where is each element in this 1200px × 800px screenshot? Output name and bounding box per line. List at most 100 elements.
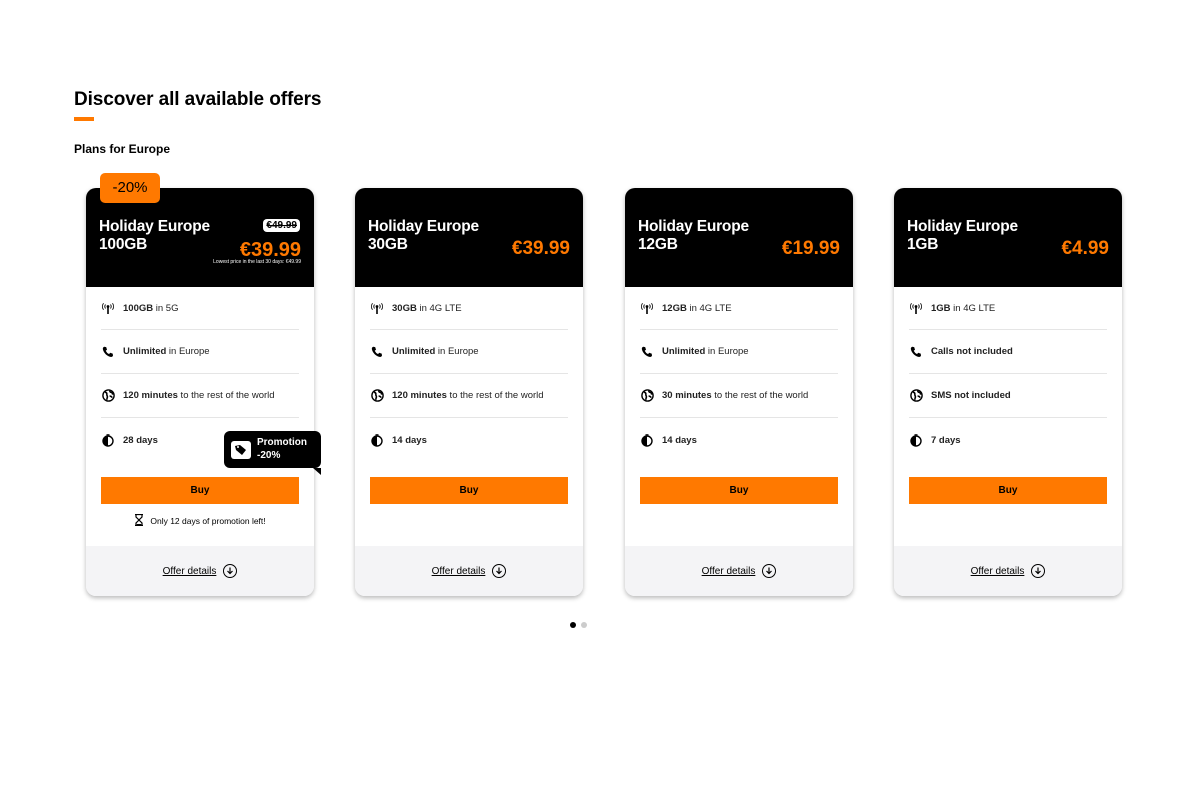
phone-icon [101,345,115,359]
feature-text: 7 days [931,435,961,446]
feature-detail: to the rest of the world [711,390,809,401]
feature-highlight: Unlimited [392,346,436,357]
signal-icon [909,301,923,315]
feature-item: 120 minutes to the rest of the world [370,374,568,418]
tag-icon [231,441,251,459]
signal-icon [101,301,115,315]
feature-highlight: 14 days [392,434,427,446]
plan-name-line2: 100GB [99,236,148,253]
buy-button[interactable]: Buy [101,477,299,504]
feature-text: SMS not included [931,390,1011,401]
arrow-down-circle-icon[interactable] [1031,564,1046,578]
plan-price: €4.99 [1061,238,1109,259]
globe-icon-glyph [101,389,115,402]
clock-icon-glyph [371,433,383,447]
clock-icon-glyph [910,433,922,447]
feature-list: 12GB in 4G LTE Unlimited in Europe 30 minu… [640,287,838,462]
phone-icon [370,345,384,359]
arrow-down-circle-icon[interactable] [223,564,238,578]
phone-icon-glyph [910,346,921,357]
plan-name: Holiday Europe 100GB [99,218,210,254]
plan-name-line1: Holiday Europe [99,218,210,235]
feature-highlight: 12GB [662,302,687,314]
promotion-tooltip-title: Promotion [257,437,307,448]
globe-icon-glyph [370,389,384,402]
feature-detail: in Europe [166,346,210,357]
feature-item: 14 days [370,418,568,462]
feature-text: 12GB in 4G LTE [662,303,732,314]
offer-details-link[interactable]: Offer details [971,566,1025,577]
feature-item: 12GB in 4G LTE [640,287,838,330]
feature-detail: to the rest of the world [177,390,275,401]
feature-highlight: 30GB [392,302,417,314]
phone-icon [640,345,654,359]
feature-text: 120 minutes to the rest of the world [123,390,275,401]
feature-item: 120 minutes to the rest of the world [101,374,299,418]
discount-badge: -20% [100,173,160,203]
feature-item: 30 minutes to the rest of the world [640,374,838,418]
carousel-pagination [570,622,587,628]
feature-highlight: 30 minutes [662,390,712,401]
plan-name-line1: Holiday Europe [638,218,749,235]
phone-icon [909,345,923,359]
feature-detail: in Europe [705,346,749,357]
offer-details-link[interactable]: Offer details [163,566,217,577]
feature-highlight: 28 days [123,434,158,446]
signal-icon [370,301,384,315]
feature-highlight: Calls not included [931,346,1013,357]
feature-highlight: 14 days [662,434,697,446]
card-footer: Offer details [894,546,1122,596]
feature-text: 30GB in 4G LTE [392,303,462,314]
phone-icon-glyph [102,346,113,357]
card-header: Holiday Europe 30GB €39.99 [355,188,583,287]
feature-list: 30GB in 4G LTE Unlimited in Europe 120 min… [370,287,568,462]
plan-name: Holiday Europe 30GB [368,218,479,254]
feature-text: Unlimited in Europe [662,346,749,357]
card-footer: Offer details [355,546,583,596]
phone-icon-glyph [641,346,652,357]
plan-name-line2: 12GB [638,236,678,253]
promotion-remaining: Only 12 days of promotion left! [86,513,314,528]
pagination-dot-2[interactable] [581,622,587,628]
globe-icon [909,389,923,403]
arrow-down-circle-icon[interactable] [762,564,777,578]
buy-button[interactable]: Buy [640,477,838,504]
buy-button[interactable]: Buy [909,477,1107,504]
feature-detail: to the rest of the world [446,390,544,401]
arrow-down-circle-icon[interactable] [492,564,507,578]
clock-icon-glyph [641,433,653,447]
feature-list: 1GB in 4G LTE Calls not included SMS not i… [909,287,1107,462]
globe-icon [101,389,115,403]
feature-highlight: 120 minutes [123,390,178,401]
feature-detail: in 4G LTE [416,302,462,314]
tooltip-tail [313,468,321,475]
globe-icon [640,389,654,403]
offer-details-link[interactable]: Offer details [432,566,486,577]
signal-icon-glyph [102,302,114,314]
feature-detail: in 5G [153,302,179,314]
plan-card: Holiday Europe 100GB €49.99 €39.99 Lowes… [86,188,314,596]
feature-text: 28 days [123,435,158,446]
feature-item: Unlimited in Europe [101,330,299,374]
phone-icon-glyph [371,346,382,357]
feature-text: Unlimited in Europe [123,346,210,357]
feature-detail: in Europe [435,346,479,357]
clock-icon [909,433,923,447]
plan-name: Holiday Europe 1GB [907,218,1018,254]
feature-text: 30 minutes to the rest of the world [662,390,808,401]
old-price: €49.99 [263,219,300,232]
pagination-dot-1[interactable] [570,622,576,628]
card-header: Holiday Europe 12GB €19.99 [625,188,853,287]
buy-button[interactable]: Buy [370,477,568,504]
feature-item: 100GB in 5G [101,287,299,330]
plan-name-line2: 1GB [907,236,939,253]
feature-item: 14 days [640,418,838,462]
globe-icon-glyph [909,389,923,402]
feature-text: 1GB in 4G LTE [931,303,995,314]
plan-name-line2: 30GB [368,236,408,253]
lowest-price-note: Lowest price in the last 30 days: €49.99 [213,259,301,265]
plan-name-line1: Holiday Europe [368,218,479,235]
offer-details-link[interactable]: Offer details [702,566,756,577]
promotion-tooltip-value: -20% [257,450,281,461]
feature-item: 1GB in 4G LTE [909,287,1107,330]
